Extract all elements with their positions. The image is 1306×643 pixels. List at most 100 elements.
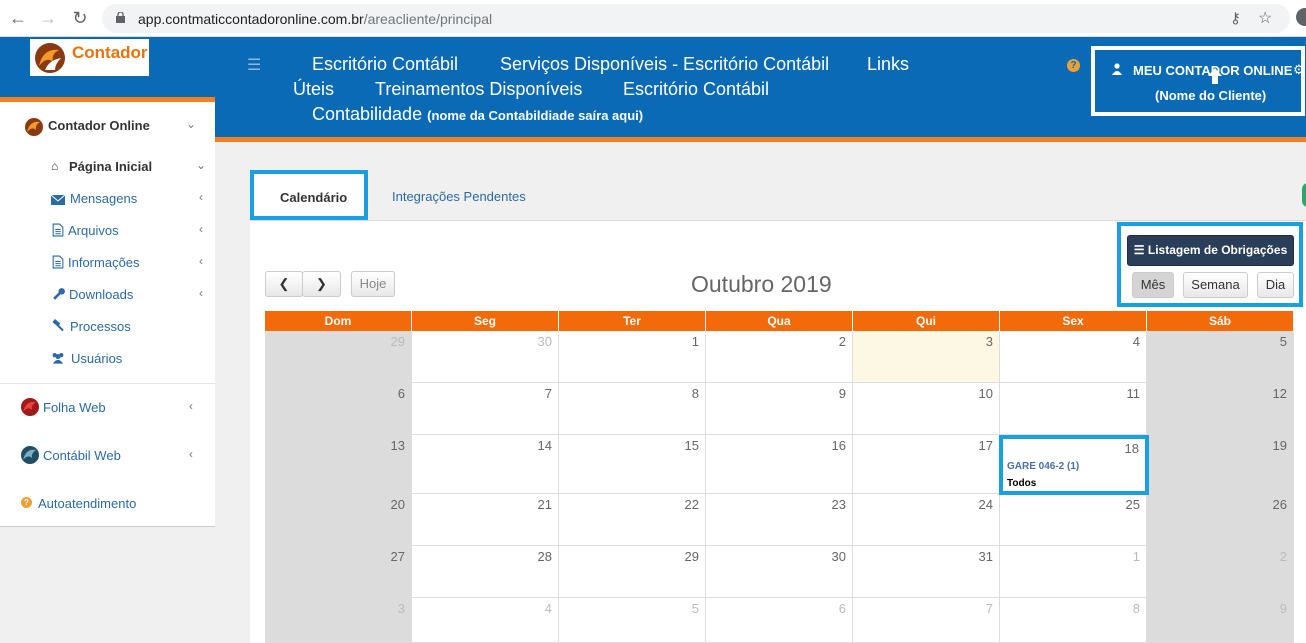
star-icon[interactable]: ☆ [1258,8,1272,28]
header-link-contabilidade[interactable]: Contabilidade (nome da Contabildiade saí… [312,104,643,125]
sidebar-section-contador-online[interactable]: Contador Online ⌄ [0,110,215,140]
calendar-day-cell[interactable]: 29 [265,331,412,383]
calendar-day-cell[interactable]: 29 [559,546,706,598]
calendar-day-cell[interactable]: 16 [706,435,853,494]
help-icon[interactable]: ? [1067,59,1080,72]
today-button[interactable]: Hoje [351,271,395,297]
calendar-day-cell[interactable]: 8 [1000,598,1147,643]
calendar-day-cell[interactable]: 26 [1147,494,1294,546]
calendar-day-cell[interactable]: 21 [412,494,559,546]
calendar-day-cell[interactable]: 14 [412,435,559,494]
calendar-day-cell[interactable]: 19 [1147,435,1294,494]
calendar-day-cell[interactable]: 17 [853,435,1000,494]
calendar-day-cell[interactable]: 27 [265,546,412,598]
header-link-servicos[interactable]: Serviços Disponíveis - Escritório Contáb… [500,54,829,75]
calendar-day-cell[interactable]: 20 [265,494,412,546]
day-of-week-header: Qua [706,311,853,331]
day-number: 29 [684,549,699,564]
day-number: 6 [838,601,846,616]
sidebar-item-downloads[interactable]: Downloads ‹ [0,279,215,309]
calendar-day-cell[interactable]: 4 [412,598,559,643]
day-number: 6 [397,386,405,401]
sidebar-item-folha-web[interactable]: Folha Web ‹ [0,392,215,422]
sidebar-section-label: Contador Online [48,118,150,133]
calendar-day-cell[interactable]: 6 [265,383,412,435]
sidebar-empty-area [0,527,215,643]
calendar-day-cell[interactable]: 7 [853,598,1000,643]
calendar-day-cell[interactable]: 1 [1000,546,1147,598]
calendar-day-cell[interactable]: 6 [706,598,853,643]
browser-toolbar: ← → ↻ app.contmaticcontadoronline.com.br… [0,0,1306,37]
calendar-day-cell[interactable]: 30 [412,331,559,383]
calendar-day-cell[interactable]: 7 [412,383,559,435]
tab-calendario[interactable]: Calendário [250,170,368,220]
header-link-escritorio[interactable]: Escritório Contábil [312,54,458,75]
sidebar-item-processos[interactable]: Processos [0,311,215,341]
calendar-day-cell[interactable]: 15 [559,435,706,494]
calendar-day-cell[interactable]: 22 [559,494,706,546]
calendar-event-cell[interactable]: 18 GARE 046-2 (1) Todos [999,435,1149,495]
event-title[interactable]: GARE 046-2 (1) [1007,461,1079,472]
calendar-day-cell[interactable]: 5 [559,598,706,643]
prev-month-button[interactable]: ❮ [265,271,303,297]
view-month-button[interactable]: Mês [1132,272,1174,298]
sidebar-item-label: Usuários [71,351,123,366]
sidebar-item-contabil-web[interactable]: Contábil Web ‹ [0,440,215,470]
header-link-treinamentos[interactable]: Treinamentos Disponíveis [375,79,582,100]
forward-icon[interactable]: → [38,8,58,28]
next-month-button[interactable]: ❯ [302,271,341,297]
calendar-day-cell[interactable]: 31 [853,546,1000,598]
calendar-day-cell[interactable]: 9 [1147,598,1294,643]
calendar-day-cell[interactable]: 25 [1000,494,1147,546]
day-number: 15 [684,438,699,453]
day-number: 11 [1126,386,1141,401]
calendar-day-cell[interactable]: 4 [1000,331,1147,383]
day-number: 30 [831,549,846,564]
address-bar[interactable]: app.contmaticcontadoronline.com.br/areac… [102,4,1290,33]
calendar-day-cell[interactable]: 13 [265,435,412,494]
calendar-day-cell[interactable]: 12 [1147,383,1294,435]
day-number: 16 [831,438,846,453]
logo[interactable]: Contador [30,39,149,76]
header-link-links[interactable]: Links [867,54,909,75]
calendar-day-cell[interactable]: 24 [853,494,1000,546]
status-indicator[interactable] [1302,183,1306,207]
user-menu[interactable]: MEU CONTADOR ONLINE ⚙ (Nome do Cliente) [1091,46,1305,116]
header-link-uteis[interactable]: Úteis [293,79,334,100]
sidebar-item-usuarios[interactable]: Usuários [0,343,215,373]
day-number: 26 [1272,497,1287,512]
sidebar-item-label: Arquivos [68,223,119,238]
day-number: 2 [838,334,846,349]
header-link-escritorio-2[interactable]: Escritório Contábil [623,79,769,100]
calendar-day-cell[interactable]: 2 [1147,546,1294,598]
calendar-day-cell[interactable]: 30 [706,546,853,598]
sidebar-item-mensagens[interactable]: Mensagens ‹ [0,183,215,213]
sidebar-item-informacoes[interactable]: Informações ‹ [0,247,215,277]
calendar-day-cell[interactable]: 3 [265,598,412,643]
calendar-day-cell[interactable]: 10 [853,383,1000,435]
calendar-day-cell[interactable]: 28 [412,546,559,598]
sidebar-item-autoatendimento[interactable]: ? Autoatendimento [0,488,215,518]
sidebar-item-arquivos[interactable]: Arquivos ‹ [0,215,215,245]
gear-icon[interactable]: ⚙ [1293,62,1305,78]
calendar-day-cell[interactable]: 11 [1000,383,1147,435]
chevron-left-icon: ‹ [189,399,193,413]
calendar-day-cell[interactable]: 9 [706,383,853,435]
sidebar-item-pagina-inicial[interactable]: ⌂ Página Inicial ⌄ [0,151,215,181]
calendar-day-cell[interactable]: 8 [559,383,706,435]
calendar-day-cell[interactable]: 23 [706,494,853,546]
reload-icon[interactable]: ↻ [70,8,90,28]
calendar-day-cell[interactable]: 3 [853,331,1000,383]
view-week-button[interactable]: Semana [1183,272,1248,298]
calendar-day-cell[interactable]: 5 [1147,331,1294,383]
day-number: 4 [544,601,552,616]
profile-icon[interactable] [1296,8,1306,26]
listagem-obrigacoes-button[interactable]: ☰ Listagem de Obrigações [1127,235,1294,266]
view-day-button[interactable]: Dia [1257,272,1294,298]
key-icon[interactable]: ⚷ [1230,9,1241,27]
back-icon[interactable]: ← [8,8,28,28]
tab-label: Calendário [280,190,348,205]
calendar-day-cell[interactable]: 2 [706,331,853,383]
calendar-day-cell[interactable]: 1 [559,331,706,383]
hamburger-icon[interactable]: ☰ [247,55,261,75]
